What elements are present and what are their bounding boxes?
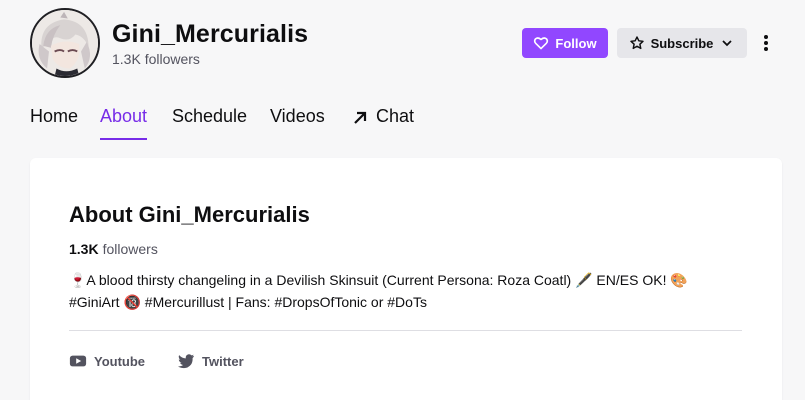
about-follower-stats: 1.3K followers: [69, 241, 158, 257]
about-panel: About Gini_Mercurialis 1.3K followers 🍷A …: [30, 158, 782, 400]
twitter-icon: [177, 354, 195, 369]
about-follower-number: 1.3K: [69, 241, 99, 257]
social-link-youtube[interactable]: Youtube: [69, 352, 145, 370]
divider: [69, 330, 742, 331]
follow-button[interactable]: Follow: [522, 28, 608, 58]
tab-about[interactable]: About: [100, 106, 148, 140]
channel-name[interactable]: Gini_Mercurialis: [112, 20, 308, 49]
subscribe-label: Subscribe: [650, 35, 714, 51]
social-link-label: Twitter: [202, 353, 244, 369]
channel-bio: 🍷A blood thirsty changeling in a Devilis…: [69, 269, 739, 313]
avatar[interactable]: [30, 8, 100, 78]
more-options-button[interactable]: [756, 28, 776, 58]
arrow-up-right-icon: [354, 111, 367, 124]
about-follower-label: followers: [102, 241, 158, 257]
bio-line: #GiniArt 🔞 #Mercurillust | Fans: #DropsO…: [69, 294, 427, 310]
subscribe-button[interactable]: Subscribe: [617, 28, 747, 58]
heart-icon: [534, 37, 549, 50]
follower-count: 1.3K followers: [112, 51, 200, 67]
tab-home[interactable]: Home: [30, 106, 78, 140]
star-icon: [629, 36, 644, 50]
tab-chat-label: Chat: [376, 106, 415, 126]
chevron-down-icon: [722, 40, 733, 47]
vertical-dots-icon: [764, 35, 768, 51]
tab-schedule[interactable]: Schedule: [172, 106, 247, 140]
youtube-icon: [69, 355, 87, 367]
tab-videos[interactable]: Videos: [270, 106, 325, 140]
tab-chat[interactable]: Chat: [352, 106, 414, 140]
bio-line: 🍷A blood thirsty changeling in a Devilis…: [69, 272, 688, 288]
social-link-twitter[interactable]: Twitter: [177, 352, 244, 370]
follow-label: Follow: [555, 35, 597, 51]
channel-header: Gini_Mercurialis 1.3K followers Follow S…: [30, 8, 780, 78]
avatar-image: [32, 10, 98, 76]
social-link-label: Youtube: [94, 353, 146, 369]
about-title: About Gini_Mercurialis: [69, 202, 310, 227]
